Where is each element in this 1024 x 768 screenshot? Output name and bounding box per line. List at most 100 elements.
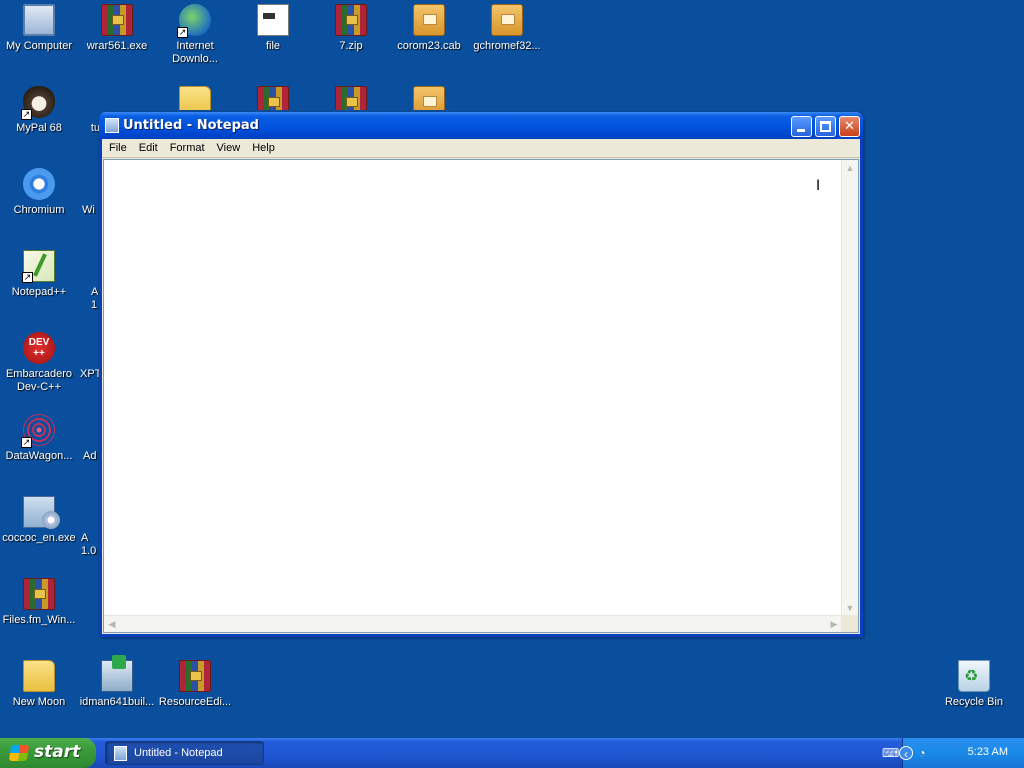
- windows-logo-icon: [8, 745, 30, 761]
- shortcut-arrow-icon: ↗: [21, 109, 32, 120]
- cab-archive-icon: [413, 4, 445, 36]
- desktop-icon-label: A 1.0: [81, 532, 97, 557]
- desktop-icon-rar-partial-2[interactable]: [312, 84, 390, 110]
- keyboard-icon[interactable]: ⌨: [882, 746, 899, 760]
- desktop-icon-label: Internet Downlo...: [172, 40, 218, 65]
- desktop-icon-label: A 1: [91, 286, 99, 311]
- desktop-icon-wi[interactable]: Wi: [78, 166, 100, 217]
- desktop-icon-label: 7.zip: [339, 40, 363, 52]
- desktop-icon-label: My Computer: [5, 40, 73, 52]
- desktop-icon-corom23[interactable]: corom23.cab: [390, 2, 468, 53]
- desktop-icon-idman641[interactable]: idman641buil...: [78, 655, 156, 709]
- taskbar: start Untitled - Notepad ⌨ ‹ ◔ 5:23 AM: [0, 738, 1024, 768]
- desktop-icon-box-partial[interactable]: [390, 84, 468, 110]
- minimize-button[interactable]: [791, 116, 812, 137]
- desktop-icon-label: Notepad++: [11, 286, 67, 298]
- internet-download-manager-icon: ↗: [177, 4, 211, 38]
- text-editor-area[interactable]: I ▲ ▼ ◀ ▶: [103, 159, 859, 633]
- text-cursor-icon: I: [816, 178, 821, 194]
- recycle-bin-icon: [958, 660, 990, 692]
- start-button[interactable]: start: [0, 738, 96, 768]
- menu-edit[interactable]: Edit: [133, 142, 164, 154]
- desktop-icon-ad[interactable]: Ad: [78, 412, 100, 463]
- desktop-icon-mypal[interactable]: ↗ MyPal 68: [0, 84, 78, 135]
- notepad-icon: [114, 746, 127, 761]
- desktop-icon-label: XPT: [80, 368, 100, 380]
- editor-content: [104, 160, 858, 164]
- mypal-browser-icon: ↗: [21, 86, 55, 120]
- taskbar-item-label: Untitled - Notepad: [134, 747, 223, 759]
- horizontal-scrollbar[interactable]: ◀ ▶: [104, 615, 842, 632]
- menu-format[interactable]: Format: [164, 142, 211, 154]
- desktop-icon-folder-partial[interactable]: [156, 84, 234, 110]
- desktop-icon-recycle-bin[interactable]: Recycle Bin: [935, 658, 1013, 709]
- desktop-icon-new-moon[interactable]: New Moon: [0, 658, 78, 709]
- desktop-icon-label: wrar561.exe: [86, 40, 148, 52]
- desktop-icon-label: Embarcadero Dev-C++: [5, 368, 73, 393]
- desktop-icon-xpt[interactable]: XPT: [78, 330, 100, 381]
- scroll-down-icon[interactable]: ▼: [842, 600, 858, 616]
- winrar-archive-icon: [335, 86, 367, 110]
- system-tray: ⌨ ‹ ◔ 5:23 AM: [882, 738, 1024, 768]
- clock[interactable]: 5:23 AM: [968, 746, 1008, 758]
- desktop-icon-resourceedit[interactable]: ResourceEdi...: [156, 658, 234, 709]
- scroll-right-icon[interactable]: ▶: [826, 616, 842, 632]
- notepad-icon[interactable]: [105, 118, 119, 133]
- desktop-icon-a10[interactable]: A 1.0: [78, 494, 100, 558]
- menu-bar: File Edit Format View Help: [102, 139, 860, 158]
- menu-file[interactable]: File: [103, 142, 133, 154]
- cab-archive-icon: [491, 4, 523, 36]
- desktop-icon-7zip[interactable]: 7.zip: [312, 2, 390, 53]
- desktop-icon-label: coccoc_en.exe: [2, 532, 76, 544]
- desktop-icon-label: gchromef32...: [473, 40, 541, 52]
- notepad-window[interactable]: Untitled - Notepad ✕ File Edit Format Vi…: [99, 112, 863, 637]
- desktop-icon-label: ResourceEdi...: [158, 696, 232, 708]
- show-hidden-icons-chevron-icon[interactable]: ‹: [899, 746, 913, 761]
- desktop-icon-wrar561[interactable]: wrar561.exe: [78, 2, 156, 53]
- minimize-icon: [797, 129, 805, 132]
- resize-grip[interactable]: [841, 615, 858, 632]
- desktop-icon-internet-download[interactable]: ↗ Internet Downlo...: [156, 2, 234, 66]
- folder-icon: [23, 660, 55, 692]
- desktop-icon-datawagon[interactable]: ↗ DataWagon...: [0, 412, 78, 463]
- desktop-icon-gchromef32[interactable]: gchromef32...: [468, 2, 546, 53]
- scroll-left-icon[interactable]: ◀: [104, 616, 120, 632]
- close-button[interactable]: ✕: [839, 116, 860, 137]
- desktop-icon-label: Recycle Bin: [944, 696, 1004, 708]
- desktop-icon-my-computer[interactable]: My Computer: [0, 2, 78, 53]
- computer-icon: [23, 4, 55, 36]
- notepad-plus-plus-icon: ↗: [22, 250, 55, 283]
- desktop-icon-rar-partial-1[interactable]: [234, 84, 312, 110]
- close-icon: ✕: [844, 118, 855, 133]
- desktop-icon-label: Files.fm_Win...: [2, 614, 76, 626]
- menu-help[interactable]: Help: [246, 142, 281, 154]
- datawagon-icon: ↗: [21, 414, 55, 448]
- winrar-archive-icon: [335, 4, 367, 36]
- desktop-icon-coccoc[interactable]: coccoc_en.exe: [0, 494, 78, 545]
- desktop-icon-file[interactable]: file: [234, 2, 312, 53]
- desktop-icon-embarcadero-devcpp[interactable]: DEV ++ Embarcadero Dev-C++: [0, 330, 78, 394]
- desktop-icon-label: New Moon: [12, 696, 66, 708]
- desktop-icon-tu[interactable]: tu: [78, 84, 100, 135]
- start-label: start: [34, 742, 81, 762]
- maximize-button[interactable]: [815, 116, 836, 137]
- dev-cpp-icon: DEV ++: [23, 332, 55, 364]
- menu-view[interactable]: View: [211, 142, 247, 154]
- desktop-icon-filesfm[interactable]: Files.fm_Win...: [0, 576, 78, 627]
- vertical-scrollbar[interactable]: ▲ ▼: [841, 160, 858, 616]
- desktop-icon-label: Chromium: [13, 204, 65, 216]
- winrar-archive-icon: [257, 86, 289, 110]
- taskbar-item-notepad[interactable]: Untitled - Notepad: [105, 741, 264, 765]
- file-icon: [257, 4, 289, 36]
- shortcut-arrow-icon: ↗: [177, 27, 188, 38]
- desktop-icon-chromium[interactable]: Chromium: [0, 166, 78, 217]
- desktop-icon-a1[interactable]: A 1: [78, 248, 100, 312]
- maximize-icon: [820, 121, 831, 132]
- setup-program-icon: [101, 655, 133, 692]
- cab-archive-icon: [413, 86, 445, 110]
- network-icon[interactable]: ◔: [915, 746, 929, 760]
- desktop-icon-notepadpp[interactable]: ↗ Notepad++: [0, 248, 78, 299]
- scroll-up-icon[interactable]: ▲: [842, 160, 858, 176]
- window-titlebar[interactable]: Untitled - Notepad ✕: [99, 112, 863, 139]
- desktop-icon-label: file: [265, 40, 281, 52]
